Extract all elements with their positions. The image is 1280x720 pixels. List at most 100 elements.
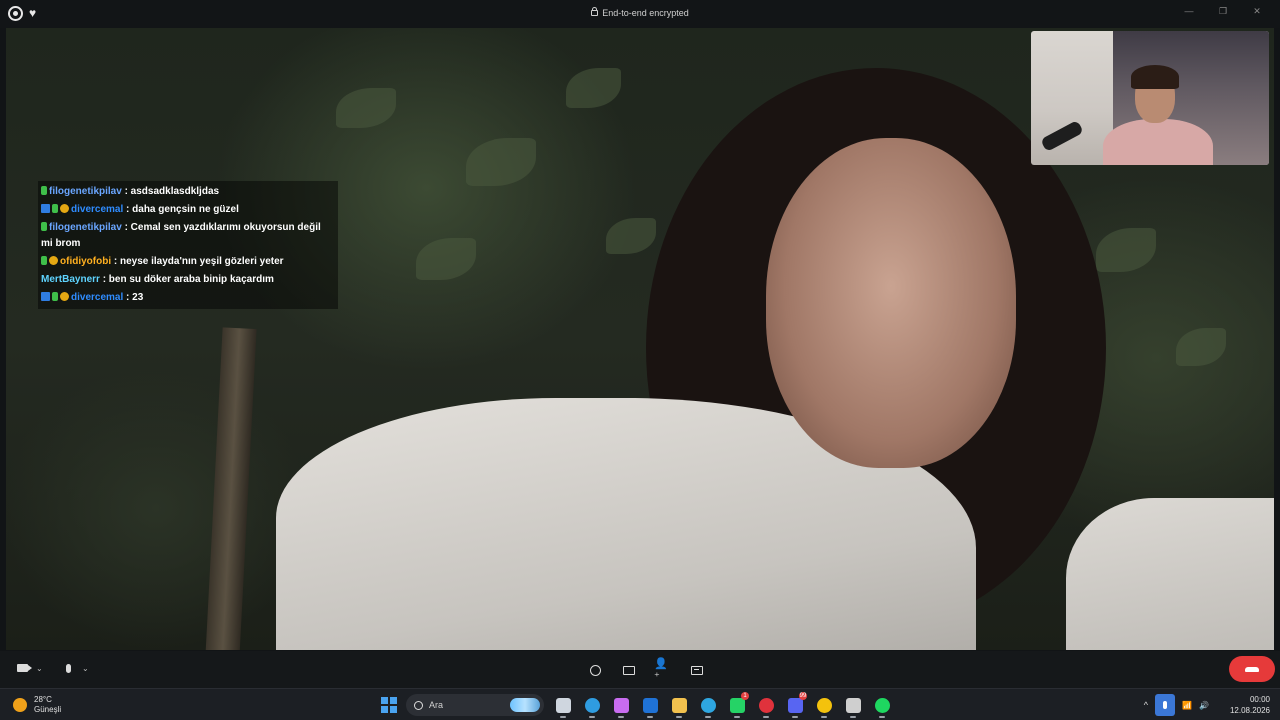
chat-username[interactable]: divercemal xyxy=(71,204,123,215)
pip-hair xyxy=(1131,65,1179,89)
add-participant-icon[interactable]: 👤⁺ xyxy=(654,658,672,683)
shirt-right xyxy=(1066,498,1274,650)
chat-username[interactable]: MertBaynerr xyxy=(41,274,100,285)
outlook-icon[interactable] xyxy=(640,695,660,718)
telegram-icon[interactable] xyxy=(698,695,718,718)
chat-message: filogenetikpilav : Cemal sen yazdıklarım… xyxy=(41,219,335,253)
running-indicator xyxy=(705,716,711,718)
running-indicator xyxy=(879,716,885,718)
microphone-in-use-icon[interactable] xyxy=(1155,694,1176,716)
obs-icon[interactable] xyxy=(843,695,863,718)
gold-badge-icon xyxy=(60,204,69,213)
folder-icon[interactable] xyxy=(669,695,689,718)
whatsapp-icon[interactable]: 1 xyxy=(727,692,749,718)
self-view-video[interactable] xyxy=(1031,31,1269,165)
close-icon[interactable]: ✕ xyxy=(1240,4,1274,18)
chat-username[interactable]: filogenetikpilav xyxy=(49,222,122,233)
search-icon xyxy=(414,700,423,710)
chat-text: : 23 xyxy=(123,292,144,303)
chat-text: : asdsadklasdkljdas xyxy=(121,186,220,197)
restore-icon[interactable]: ❐ xyxy=(1206,4,1240,18)
taskbar: 28°C Güneşli Ara 1 99 ^ 📶 🔊 00:00 12.08.2… xyxy=(0,688,1280,720)
screen-share-icon[interactable] xyxy=(620,661,638,679)
title-bar: ♥ End-to-end encrypted — ❐ ✕ xyxy=(0,0,1280,28)
chat-text: : neyse ilayda'nın yeşil gözleri yeter xyxy=(111,256,284,267)
chat-username[interactable]: filogenetikpilav xyxy=(49,186,122,197)
running-indicator xyxy=(792,716,798,718)
wifi-icon[interactable]: 📶 xyxy=(1182,701,1192,710)
end-call-button[interactable] xyxy=(1229,656,1275,682)
edge-icon[interactable] xyxy=(582,695,602,718)
green-badge-icon xyxy=(52,292,58,301)
system-tray: ^ 📶 🔊 00:00 12.08.2026 xyxy=(1144,694,1270,716)
mic-control[interactable]: ⌄ xyxy=(60,660,89,676)
call-controls-bar: ⌄ ⌄ 👤⁺ xyxy=(0,651,1280,688)
discord-icon[interactable]: 99 xyxy=(785,692,807,718)
chevron-up-icon[interactable]: ^ xyxy=(1144,700,1148,710)
end-call-icon xyxy=(1245,666,1259,672)
chat-username[interactable]: ofidiyofobi xyxy=(60,256,111,267)
weather-condition: Güneşli xyxy=(34,705,62,714)
weather-temp: 28°C xyxy=(34,695,52,704)
running-indicator xyxy=(589,716,595,718)
clock[interactable]: 00:00 12.08.2026 xyxy=(1230,694,1270,716)
green-badge-icon xyxy=(41,186,47,195)
taskbar-center: Ara 1 99 xyxy=(381,692,892,718)
background-leaf xyxy=(336,88,396,128)
chat-overlay: filogenetikpilav : asdsadklasdkljdas dive… xyxy=(38,181,338,309)
emoji-icon[interactable] xyxy=(586,661,604,679)
background-leaf xyxy=(566,68,621,108)
running-indicator xyxy=(560,716,566,718)
taskbar-apps: 1 99 xyxy=(553,692,892,718)
background-leaf xyxy=(416,238,476,280)
chevron-down-icon[interactable]: ⌄ xyxy=(82,664,89,673)
running-indicator xyxy=(647,716,653,718)
chat-text: : ben su döker araba binip kaçardım xyxy=(99,274,274,285)
chevron-down-icon[interactable]: ⌄ xyxy=(36,664,43,673)
volume-icon[interactable]: 🔊 xyxy=(1199,701,1209,710)
chat-username[interactable]: divercemal xyxy=(71,292,123,303)
sun-icon xyxy=(13,698,27,712)
windows-start-icon[interactable] xyxy=(381,697,397,713)
running-indicator xyxy=(763,716,769,718)
chat-text: : daha gençsin ne güzel xyxy=(123,204,239,215)
window-title: End-to-end encrypted xyxy=(602,8,689,18)
gold-badge-icon xyxy=(49,256,58,265)
search-placeholder: Ara xyxy=(429,700,444,710)
taskbar-search[interactable]: Ara xyxy=(406,694,544,716)
clock-date: 12.08.2026 xyxy=(1229,706,1270,715)
notification-badge: 99 xyxy=(799,692,807,700)
search-highlight-icon xyxy=(510,698,540,712)
camera-control[interactable]: ⌄ xyxy=(14,660,43,676)
file-explorer-icon[interactable] xyxy=(553,695,573,718)
spotify-icon[interactable] xyxy=(872,695,892,718)
face xyxy=(766,138,1016,468)
mic-icon[interactable] xyxy=(60,660,76,676)
chat-message: divercemal : 23 xyxy=(41,289,335,307)
running-indicator xyxy=(618,716,624,718)
gold-badge-icon xyxy=(60,292,69,301)
call-tools: 👤⁺ xyxy=(586,658,706,683)
chat-message: filogenetikpilav : asdsadklasdkljdas xyxy=(41,183,335,201)
chat-message: ofidiyofobi : neyse ilayda'nın yeşil göz… xyxy=(41,253,335,271)
chrome-icon[interactable] xyxy=(814,695,834,718)
running-indicator xyxy=(821,716,827,718)
minimize-icon[interactable]: — xyxy=(1172,4,1206,18)
running-indicator xyxy=(850,716,856,718)
more-icon[interactable] xyxy=(688,661,706,679)
pip-body xyxy=(1103,119,1213,165)
green-badge-icon xyxy=(52,204,58,213)
background-leaf xyxy=(466,138,536,186)
weather-widget[interactable]: 28°C Güneşli xyxy=(13,695,61,715)
wooden-stake xyxy=(205,327,257,650)
camera-icon[interactable] xyxy=(14,660,32,676)
window-controls: — ❐ ✕ xyxy=(1172,4,1274,18)
chat-message: MertBaynerr : ben su döker araba binip k… xyxy=(41,271,335,289)
background-leaf xyxy=(1176,328,1226,366)
copilot-icon[interactable] xyxy=(611,695,631,718)
blue-badge-icon xyxy=(41,292,50,301)
green-badge-icon xyxy=(41,222,47,231)
lock-icon xyxy=(591,7,599,16)
opera-icon[interactable] xyxy=(756,695,776,718)
clock-time: 00:00 xyxy=(1249,695,1270,704)
